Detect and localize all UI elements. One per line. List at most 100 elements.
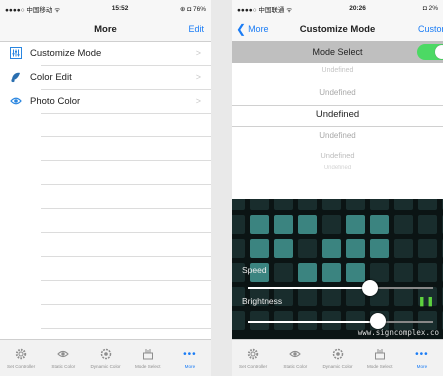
status-bar: ●●●●○ 中国移动 ᯤ 15:52 ⊕ ◘ 76% [0,0,211,17]
tab-bar: Set Controller Static Color Dynamic Colo… [0,339,211,376]
nav-bar: ❮ More Customize Mode Custom [232,17,443,42]
tab-mode-select[interactable]: Mode Select [127,340,169,376]
led-cell [322,263,341,282]
led-cell [394,215,413,234]
led-cell [250,215,269,234]
tab-mode-select[interactable]: Mode Select [359,340,401,376]
tab-label: Set Controller [239,364,268,369]
gear-icon [246,347,260,361]
chevron-left-icon: ❮ [236,22,247,36]
speed-slider-track[interactable] [248,287,433,289]
mode-icon [373,347,387,361]
tab-label: Dynamic Color [90,364,121,369]
battery-status: ◘ 2% [422,5,438,12]
tab-static-color[interactable]: Static Color [274,340,316,376]
mode-picker[interactable]: Undefined Undefined Undefined Undefined … [232,63,443,199]
tab-dynamic-color[interactable]: Dynamic Color [84,340,126,376]
page-title: More [94,23,117,35]
tab-set-controller[interactable]: Set Controller [0,340,42,376]
mode-select-toggle[interactable] [417,44,443,60]
led-cell [346,199,365,210]
tab-label: More [184,364,196,369]
led-cell [418,199,437,210]
led-cell [322,239,341,258]
carrier-signal: ●●●●○ 中国联通 ᯤ [237,6,293,14]
led-cell [394,239,413,258]
custom-button[interactable]: Custom [418,24,443,34]
eye-icon [288,347,302,361]
led-cell [418,215,437,234]
led-cell [394,287,413,306]
tab-label: Set Controller [7,364,36,369]
pause-icon[interactable]: ❚❚ [418,296,435,307]
mode-select-header: Mode Select [232,41,443,63]
brightness-slider-fill [248,321,378,323]
led-cell [370,263,389,282]
status-time: 20:26 [349,5,366,12]
chevron-right-icon: > [195,96,201,106]
mode-icon [141,347,155,361]
more-dots-icon: ••• [183,348,197,360]
tab-label: Static Color [51,364,76,369]
led-cell [232,239,245,258]
speed-label: Speed [242,265,267,275]
led-cell [346,239,365,258]
gear-icon [14,347,28,361]
led-cell [250,199,269,210]
led-cell [322,287,341,306]
brightness-slider-track[interactable] [248,321,433,323]
picker-option[interactable]: Undefined [232,165,443,171]
status-bar: ●●●●○ 中国联通 ᯤ 20:26 ◘ 2% [232,0,443,17]
tab-set-controller[interactable]: Set Controller [232,340,274,376]
picker-selected-option[interactable]: Undefined [232,109,443,120]
menu-item-color-edit[interactable]: Color Edit > [0,65,211,89]
led-cell [298,215,317,234]
led-cell [250,239,269,258]
led-cell [274,263,293,282]
speed-slider-knob[interactable] [362,280,379,296]
speed-slider-fill [248,287,371,289]
equalizer-icon [10,47,22,59]
nav-bar: More Edit [0,17,211,42]
led-cell [232,311,245,330]
menu-item-label: Photo Color [30,95,81,107]
tab-dynamic-color[interactable]: Dynamic Color [316,340,358,376]
led-cell [298,263,317,282]
tab-label: Mode Select [366,364,393,369]
led-cell [322,199,341,210]
tab-label: Dynamic Color [322,364,353,369]
menu-item-label: Color Edit [30,71,72,83]
mode-select-label: Mode Select [312,47,363,57]
led-cell [418,263,437,282]
more-dots-icon: ••• [415,348,429,360]
tab-more[interactable]: ••• More [401,340,443,376]
customize-mode-screen: ●●●●○ 中国联通 ᯤ 20:26 ◘ 2% ❮ More Customize… [232,0,443,376]
edit-button[interactable]: Edit [188,24,204,34]
picker-option[interactable]: Undefined [232,151,443,160]
brightness-slider-knob[interactable] [369,313,386,329]
led-cell [394,263,413,282]
picker-option[interactable]: Undefined [232,131,443,140]
back-button[interactable]: ❮ More [236,22,269,36]
chevron-right-icon: > [195,72,201,82]
led-cell [370,239,389,258]
led-cell [274,199,293,210]
eye-icon [10,95,22,107]
led-cell [394,199,413,210]
battery-status: ⊕ ◘ 76% [180,5,206,13]
menu-item-photo-color[interactable]: Photo Color > [0,89,211,113]
led-cell [298,199,317,210]
brightness-label: Brightness [242,296,283,306]
picker-option[interactable]: Undefined [232,67,443,74]
tab-more[interactable]: ••• More [169,340,211,376]
picker-option[interactable]: Undefined [232,88,443,97]
menu-item-label: Customize Mode [30,47,102,59]
led-cell [370,215,389,234]
menu-item-customize-mode[interactable]: Customize Mode > [0,41,211,65]
watermark: www.signcomplex.co [357,328,439,337]
tab-label: Mode Select [134,364,161,369]
tab-static-color[interactable]: Static Color [42,340,84,376]
led-cell [232,215,245,234]
chevron-right-icon: > [195,48,201,58]
carrier-signal: ●●●●○ 中国移动 ᯤ [5,6,61,14]
